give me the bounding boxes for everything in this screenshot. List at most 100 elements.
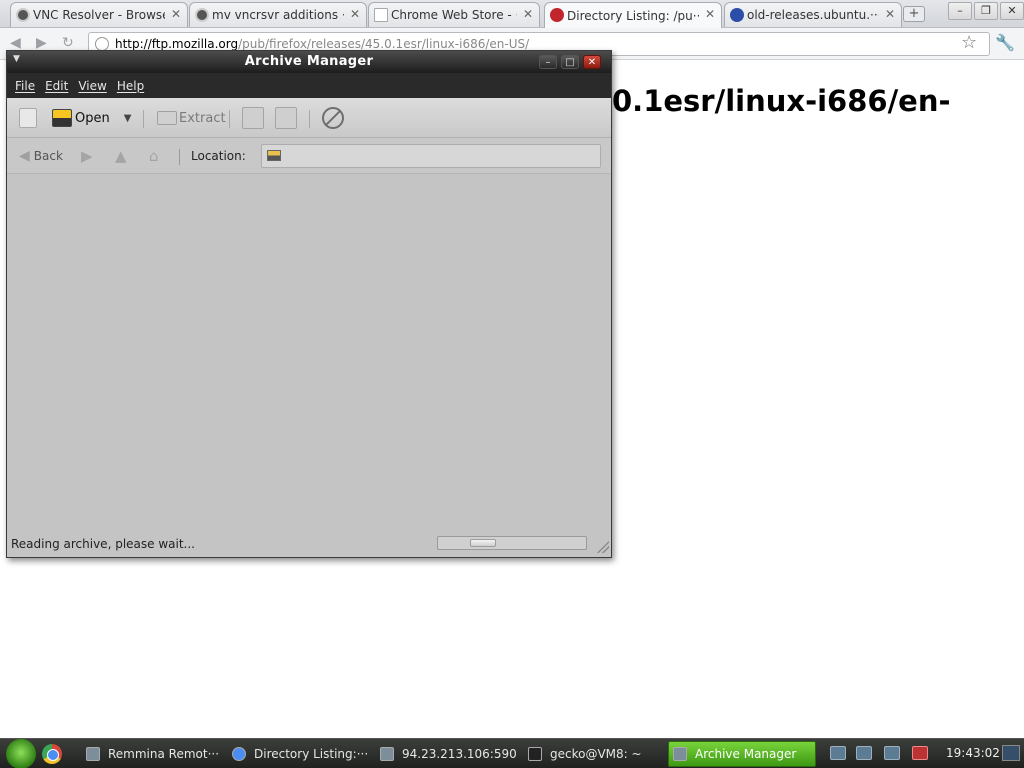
tab-vnc-resolver[interactable]: VNC Resolver - Browse ✕ [10, 2, 188, 27]
forward-arrow-icon[interactable]: ▶ [81, 147, 93, 165]
task-label: Archive Manager [695, 747, 797, 761]
close-icon[interactable]: ✕ [1000, 2, 1024, 20]
minimize-icon[interactable]: – [539, 55, 557, 69]
back-button-label: Back [33, 149, 63, 163]
location-separator [179, 149, 180, 165]
terminal-icon [528, 747, 542, 761]
close-icon[interactable]: ✕ [583, 55, 601, 69]
status-bar: Reading archive, please wait... [7, 535, 611, 557]
tab-close-icon[interactable]: ✕ [171, 7, 181, 21]
tab-directory-listing[interactable]: Directory Listing: /pu··· ✕ [544, 2, 722, 28]
location-label: Location: [191, 149, 246, 163]
menu-edit[interactable]: Edit [41, 79, 72, 93]
show-desktop-icon[interactable] [1002, 745, 1020, 761]
progress-pulse [470, 539, 496, 547]
extract-button[interactable]: Extract [157, 106, 226, 130]
task-remmina[interactable]: Remmina Remot··· [82, 741, 222, 767]
open-button[interactable]: Open ▼ [52, 106, 131, 130]
maximize-icon[interactable]: □ [561, 55, 579, 69]
task-archive-manager[interactable]: Archive Manager [668, 741, 816, 767]
url-host: http://ftp.mozilla.org [115, 37, 239, 51]
menu-view[interactable]: View [74, 79, 110, 93]
page-title: 0.1esr/linux-i686/en- [612, 84, 951, 118]
add-folder-button[interactable] [275, 106, 297, 130]
stop-button[interactable] [322, 106, 344, 130]
chrome-icon [232, 747, 246, 761]
add-folder-icon [275, 107, 297, 129]
taskbar: Remmina Remot··· Directory Listing:··· 9… [0, 738, 1024, 768]
restore-icon[interactable]: ❐ [974, 2, 998, 20]
url-path: /pub/firefox/releases/45.0.1esr/linux-i6… [238, 37, 530, 51]
task-label: Remmina Remot··· [108, 747, 220, 761]
clock: 19:43:02 [946, 746, 1000, 760]
tab-close-icon[interactable]: ✕ [523, 7, 533, 21]
new-archive-icon[interactable] [19, 108, 37, 128]
resize-grip-icon[interactable] [597, 541, 609, 553]
archive-file-list[interactable] [9, 175, 609, 531]
archive-icon [673, 747, 687, 761]
chevron-down-icon[interactable]: ▼ [124, 113, 132, 124]
globe-icon [95, 37, 109, 51]
back-arrow-icon: ◀ [19, 148, 30, 164]
tab-title: VNC Resolver - Browse [33, 8, 165, 22]
page-icon [374, 8, 388, 22]
menu-file[interactable]: File [11, 79, 39, 93]
task-label: Directory Listing:··· [254, 747, 368, 761]
ubuntu-icon [730, 8, 744, 22]
task-label: 94.23.213.106:5901 [402, 747, 518, 761]
location-bar: ◀ Back ▶ ▲ ⌂ Location: [7, 138, 611, 174]
task-terminal[interactable]: gecko@VM8: ~ [524, 741, 662, 767]
menu-help[interactable]: Help [113, 79, 148, 93]
back-arrow-icon[interactable]: ◀ [10, 35, 21, 51]
tab-title: mv vncrsvr additions ··· [212, 8, 344, 22]
up-arrow-icon[interactable]: ▲ [115, 147, 127, 165]
tab-vncrsvr-additions[interactable]: mv vncrsvr additions ··· ✕ [189, 2, 367, 27]
status-message: Reading archive, please wait... [11, 537, 195, 551]
volume-icon[interactable] [912, 746, 928, 760]
tab-old-releases-ubuntu[interactable]: old-releases.ubuntu.··· ✕ [724, 2, 902, 27]
start-menu-icon[interactable] [6, 739, 36, 768]
task-vnc-session[interactable]: 94.23.213.106:5901 [376, 741, 518, 767]
keyboard-icon[interactable] [856, 746, 872, 760]
progress-bar [437, 536, 587, 550]
menu-bar: File Edit View Help [7, 73, 611, 98]
window-titlebar[interactable]: ▼ Archive Manager – □ ✕ [7, 51, 611, 73]
tab-close-icon[interactable]: ✕ [885, 7, 895, 21]
wrench-icon[interactable]: 🔧 [995, 33, 1015, 52]
minimize-icon[interactable]: – [948, 2, 972, 20]
folder-icon [267, 150, 281, 161]
tab-close-icon[interactable]: ✕ [350, 7, 360, 21]
toolbar-separator [143, 110, 144, 128]
add-files-button[interactable] [242, 106, 264, 130]
bookmark-star-icon[interactable]: ☆ [961, 32, 977, 53]
task-directory-listing[interactable]: Directory Listing:··· [228, 741, 368, 767]
toolbar-separator [229, 110, 230, 128]
location-field[interactable] [261, 144, 601, 168]
extract-button-label: Extract [179, 110, 226, 126]
new-tab-button[interactable]: + [903, 6, 925, 22]
toolbar-separator [309, 110, 310, 128]
tab-chrome-web-store[interactable]: Chrome Web Store - ··· ✕ [368, 2, 540, 27]
tab-title: Directory Listing: /pu··· [567, 8, 699, 23]
forward-arrow-icon[interactable]: ▶ [36, 35, 47, 51]
add-files-icon [242, 107, 264, 129]
task-label: gecko@VM8: ~ [550, 747, 642, 761]
browser-tab-strip: VNC Resolver - Browse ✕ mv vncrsvr addit… [0, 0, 1024, 28]
remote-icon[interactable] [830, 746, 846, 760]
chrome-icon[interactable] [42, 744, 62, 764]
archive-manager-window: ▼ Archive Manager – □ ✕ File Edit View H… [6, 50, 612, 558]
tab-title: Chrome Web Store - ··· [391, 8, 517, 22]
remote-desktop-icon [380, 747, 394, 761]
github-icon [16, 8, 30, 22]
stop-icon [322, 107, 344, 129]
reload-icon[interactable]: ↻ [62, 35, 74, 51]
tab-title: old-releases.ubuntu.··· [747, 8, 879, 22]
back-button[interactable]: ◀ Back [19, 148, 63, 164]
remmina-icon [86, 747, 100, 761]
home-icon[interactable]: ⌂ [149, 147, 159, 165]
tab-close-icon[interactable]: ✕ [705, 7, 715, 21]
network-icon[interactable] [884, 746, 900, 760]
github-icon [195, 8, 209, 22]
folder-open-icon [52, 109, 72, 127]
window-title: Archive Manager [244, 54, 374, 69]
